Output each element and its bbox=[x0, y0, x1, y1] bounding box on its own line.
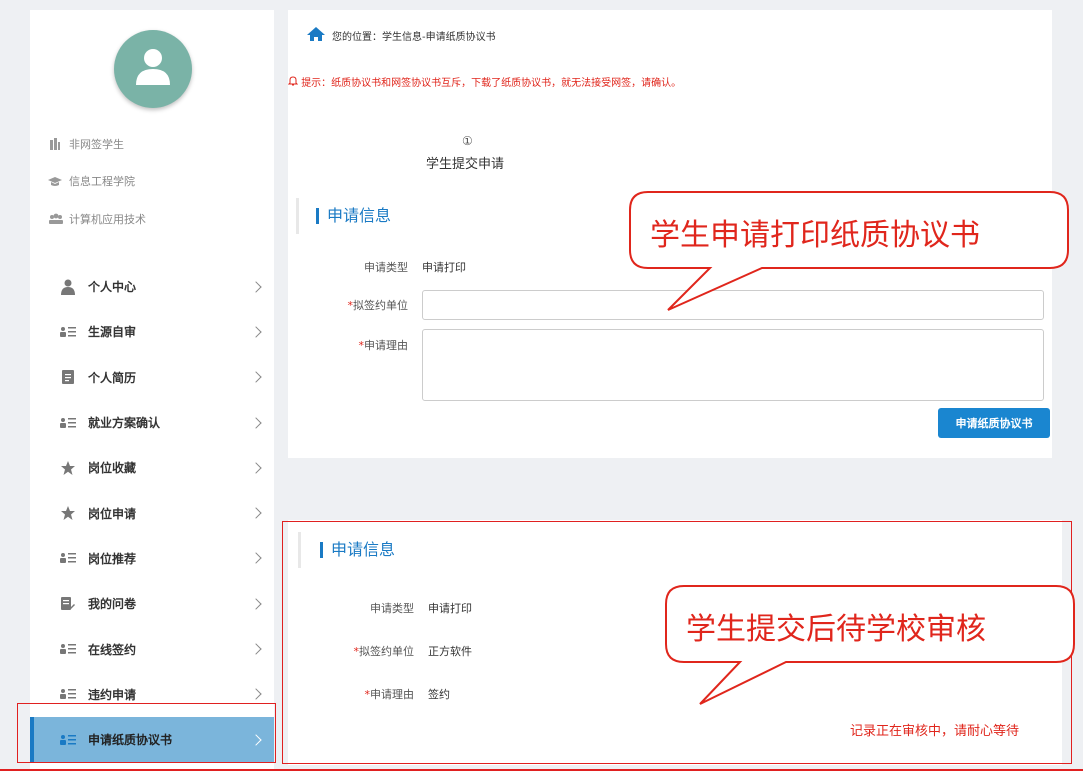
callout-shapes bbox=[629, 191, 1075, 705]
callout-text-first: 学生申请打印纸质协议书 bbox=[650, 218, 980, 253]
callout-text-second: 学生提交后待学校审核 bbox=[686, 612, 986, 647]
